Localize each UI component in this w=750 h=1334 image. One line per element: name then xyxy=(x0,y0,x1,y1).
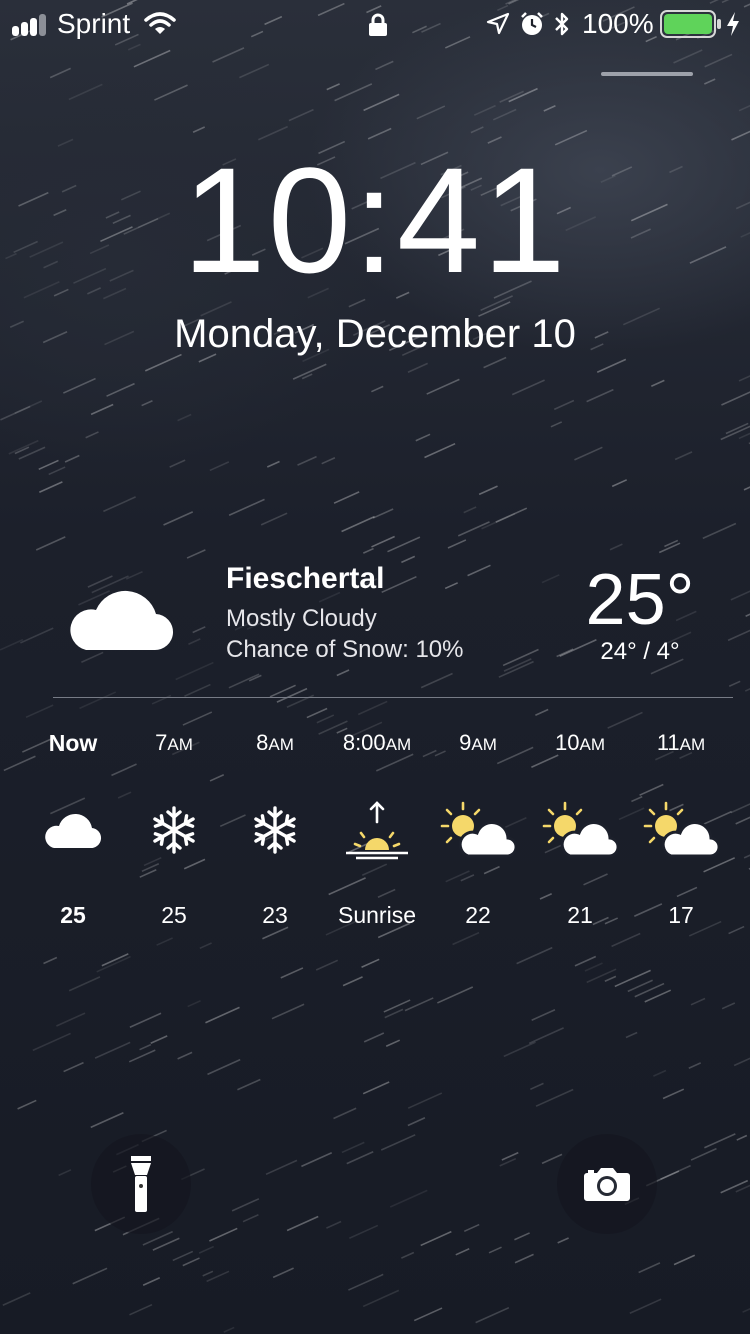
hour-temperature: Sunrise xyxy=(338,902,416,928)
hourly-item: 7AM 25 xyxy=(124,728,224,929)
hourly-item: 11AM 17 xyxy=(631,728,731,929)
hour-temperature: 17 xyxy=(668,902,694,928)
hour-temperature: 25 xyxy=(60,902,86,928)
partly-sunny-icon xyxy=(428,794,528,866)
current-temperature: 25° xyxy=(585,560,695,640)
hourly-item: 8:00AM Sunrise xyxy=(327,728,427,929)
battery-percent: 100% xyxy=(582,8,654,39)
hourly-item: 8AM 23 xyxy=(225,728,325,929)
alarm-icon xyxy=(521,12,543,35)
charging-icon xyxy=(727,12,739,36)
flashlight-button[interactable] xyxy=(91,1134,191,1234)
partly-sunny-icon xyxy=(631,794,731,866)
battery-icon xyxy=(660,10,721,38)
hour-temperature: 23 xyxy=(262,902,288,928)
flashlight-icon xyxy=(131,1156,151,1212)
hour-temperature: 21 xyxy=(567,902,593,928)
hour-label: Now xyxy=(48,730,98,756)
hour-label: 8:00AM xyxy=(342,730,412,755)
snowflake-icon xyxy=(124,794,224,866)
camera-icon xyxy=(584,1168,630,1201)
status-bar: Sprint 100% xyxy=(0,0,750,48)
snow-chance: Chance of Snow: 10% xyxy=(226,636,464,663)
bluetooth-icon xyxy=(555,12,569,36)
hour-temperature: 25 xyxy=(161,902,187,928)
high-low-temperature: 24° / 4° xyxy=(600,638,680,665)
cloud-icon xyxy=(23,794,123,866)
weather-location: Fieschertal xyxy=(226,562,385,595)
hourly-item: 10AM 21 xyxy=(530,728,630,929)
sunrise-icon xyxy=(327,794,427,866)
weather-divider xyxy=(53,697,733,698)
cloud-icon xyxy=(70,590,174,651)
signal-icon xyxy=(12,14,46,36)
carrier-name: Sprint xyxy=(57,8,131,39)
lock-date: Monday, December 10 xyxy=(174,312,576,356)
hour-label: 11AM xyxy=(656,730,706,755)
lock-clock: 10:41 xyxy=(182,136,568,304)
location-icon xyxy=(486,12,510,35)
lock-screen: Sprint 100% 10:41 Monday, December 10 Fi… xyxy=(0,0,750,1334)
hourly-item: 9AM 22 xyxy=(428,728,528,929)
wifi-icon xyxy=(144,12,176,34)
hour-label: 10AM xyxy=(555,730,605,755)
lock-icon xyxy=(369,13,387,36)
hourly-item: Now 25 xyxy=(23,728,123,929)
hour-label: 7AM xyxy=(155,730,193,755)
hour-temperature: 22 xyxy=(465,902,491,928)
camera-button[interactable] xyxy=(557,1134,657,1234)
snowflake-icon xyxy=(225,794,325,866)
notification-grabber[interactable] xyxy=(601,72,693,76)
partly-sunny-icon xyxy=(530,794,630,866)
hour-label: 8AM xyxy=(256,730,294,755)
hour-label: 9AM xyxy=(459,730,497,755)
weather-condition: Mostly Cloudy xyxy=(226,605,377,632)
